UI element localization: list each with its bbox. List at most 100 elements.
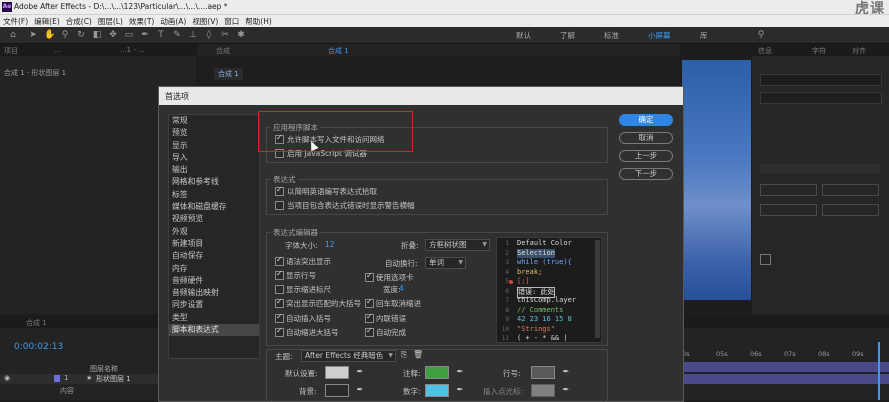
color-comment-swatch[interactable] — [425, 366, 449, 379]
eraser-tool-icon[interactable]: ◊ — [204, 30, 214, 40]
color-default-swatch[interactable] — [325, 366, 349, 379]
delete-theme-icon[interactable]: 🗑 — [413, 350, 423, 360]
nav-display[interactable]: 显示 — [169, 140, 259, 152]
workspace-small-screen[interactable]: 小屏幕 — [648, 30, 671, 41]
auto-indent-braces-checkbox[interactable] — [275, 326, 284, 337]
autocomplete-checkbox[interactable] — [365, 326, 374, 337]
pen-tool-icon[interactable]: ✒ — [140, 30, 150, 40]
nav-media-cache[interactable]: 媒体和磁盘缓存 — [169, 201, 259, 213]
cancel-button[interactable]: 取消 — [619, 132, 673, 144]
time-ruler[interactable]: 0s 05s 06s 07s 08s 09s — [682, 350, 889, 360]
eyedropper-icon[interactable]: ✒ — [561, 367, 571, 377]
tab-comp-1[interactable]: 合成 1 — [328, 46, 349, 56]
line-numbers-checkbox[interactable] — [275, 269, 284, 280]
layer-bar-2[interactable] — [682, 374, 889, 384]
match-braces-checkbox[interactable] — [275, 297, 284, 308]
color-number-swatch[interactable] — [425, 384, 449, 397]
use-tabs-checkbox[interactable] — [365, 271, 374, 282]
eyedropper-icon[interactable]: ✒ — [561, 385, 571, 395]
save-theme-icon[interactable]: ⎘ — [399, 350, 409, 360]
label-color-swatch[interactable] — [54, 375, 60, 382]
align-btn-c[interactable] — [760, 204, 817, 216]
comp-breadcrumb[interactable]: 合成 1 — [214, 68, 243, 80]
tab-info[interactable]: 信息 — [758, 46, 772, 56]
workspace-learn[interactable]: 了解 — [560, 30, 575, 41]
puppet-tool-icon[interactable]: ✱ — [236, 30, 246, 40]
option-checkbox[interactable] — [760, 254, 771, 265]
visibility-icon[interactable]: ◉ — [4, 374, 10, 382]
tab-align[interactable]: 对齐 — [852, 46, 866, 56]
english-pick-checkbox[interactable] — [275, 185, 284, 196]
nav-video-preview[interactable]: 视频预览 — [169, 213, 259, 225]
home-icon[interactable]: ⌂ — [8, 30, 18, 40]
eyedropper-icon[interactable]: ✒ — [455, 367, 465, 377]
font-select[interactable] — [760, 74, 882, 86]
layer-name[interactable]: 形状图层 1 — [96, 374, 131, 384]
anchor-tool-icon[interactable]: ✥ — [108, 30, 118, 40]
menu-help[interactable]: 帮助(H) — [242, 15, 275, 27]
menu-effect[interactable]: 效果(T) — [126, 15, 157, 27]
text-tool-icon[interactable]: T — [156, 30, 166, 40]
theme-select[interactable]: After Effects 经典暗色 ▼ — [301, 350, 396, 362]
tab-project[interactable]: 项目 — [4, 46, 18, 56]
rotate-tool-icon[interactable]: ↻ — [76, 30, 86, 40]
nav-memory[interactable]: 内存 — [169, 263, 259, 275]
nav-audio-hardware[interactable]: 音频硬件 — [169, 275, 259, 287]
nav-general[interactable]: 常规 — [169, 115, 259, 127]
tab-comp[interactable]: 合成 — [216, 46, 230, 56]
menu-edit[interactable]: 编辑(E) — [31, 15, 63, 27]
wrap-select[interactable]: 单词 ▼ — [425, 257, 466, 269]
eyedropper-icon[interactable]: ✒ — [355, 367, 365, 377]
selection-tool-icon[interactable]: ➤ — [28, 30, 38, 40]
color-cursor-swatch[interactable] — [531, 384, 555, 397]
nav-type[interactable]: 类型 — [169, 312, 259, 324]
hand-tool-icon[interactable]: ✋ — [44, 30, 55, 40]
menu-view[interactable]: 视图(V) — [189, 15, 221, 27]
roto-tool-icon[interactable]: ✂ — [220, 30, 230, 40]
font-size-value[interactable]: 12 — [325, 240, 335, 249]
nav-audio-output[interactable]: 音频输出映射 — [169, 287, 259, 299]
stamp-tool-icon[interactable]: ⊥ — [188, 30, 198, 40]
nav-labels[interactable]: 标签 — [169, 189, 259, 201]
enter-unindent-checkbox[interactable] — [365, 297, 374, 308]
nav-scripting-expressions[interactable]: 脚本和表达式 — [169, 324, 259, 337]
syntax-highlight-checkbox[interactable] — [275, 255, 284, 266]
auto-brackets-checkbox[interactable] — [275, 312, 284, 323]
ok-button[interactable]: 确定 — [619, 114, 673, 126]
style-select[interactable] — [760, 92, 882, 104]
next-button[interactable]: 下一步 — [619, 168, 673, 180]
nav-appearance[interactable]: 外观 — [169, 226, 259, 238]
nav-output[interactable]: 输出 — [169, 164, 259, 176]
layer-bar[interactable] — [682, 362, 889, 372]
nav-preview[interactable]: 预览 — [169, 127, 259, 139]
tab-comp-sub[interactable]: ...1 - ... — [120, 46, 145, 54]
camera-tool-icon[interactable]: ◧ — [92, 30, 102, 40]
nav-new-project[interactable]: 新建项目 — [169, 238, 259, 250]
workspace-standard[interactable]: 标准 — [604, 30, 619, 41]
search-icon[interactable]: ⚲ — [756, 30, 766, 40]
menu-animation[interactable]: 动画(A) — [157, 15, 189, 27]
menu-window[interactable]: 窗口 — [221, 15, 242, 27]
previous-button[interactable]: 上一步 — [619, 150, 673, 162]
fold-select[interactable]: 方框树状图 ▼ — [425, 239, 490, 251]
tab-timeline-comp[interactable]: 合成 1 — [26, 318, 47, 328]
playhead[interactable] — [878, 342, 880, 400]
eyedropper-icon[interactable]: ✒ — [455, 385, 465, 395]
inline-errors-checkbox[interactable] — [365, 312, 374, 323]
zoom-tool-icon[interactable]: ⚲ — [60, 30, 70, 40]
eyedropper-icon[interactable]: ✒ — [355, 385, 365, 395]
align-btn-a[interactable] — [760, 184, 817, 196]
align-btn-d[interactable] — [822, 204, 879, 216]
nav-grids-guides[interactable]: 网格和参考线 — [169, 176, 259, 188]
nav-sync-settings[interactable]: 同步设置 — [169, 299, 259, 311]
nav-import[interactable]: 导入 — [169, 152, 259, 164]
contents-label[interactable]: 内容 — [60, 386, 74, 396]
align-btn-b[interactable] — [822, 184, 879, 196]
error-banner-checkbox[interactable] — [275, 201, 284, 210]
workspace-library[interactable]: 库 — [700, 30, 708, 41]
color-linenum-swatch[interactable] — [531, 366, 555, 379]
tab-width-value[interactable]: 4 — [399, 284, 404, 293]
nav-auto-save[interactable]: 自动保存 — [169, 250, 259, 262]
indent-guides-checkbox[interactable] — [275, 285, 284, 294]
menu-layer[interactable]: 图层(L) — [95, 15, 126, 27]
